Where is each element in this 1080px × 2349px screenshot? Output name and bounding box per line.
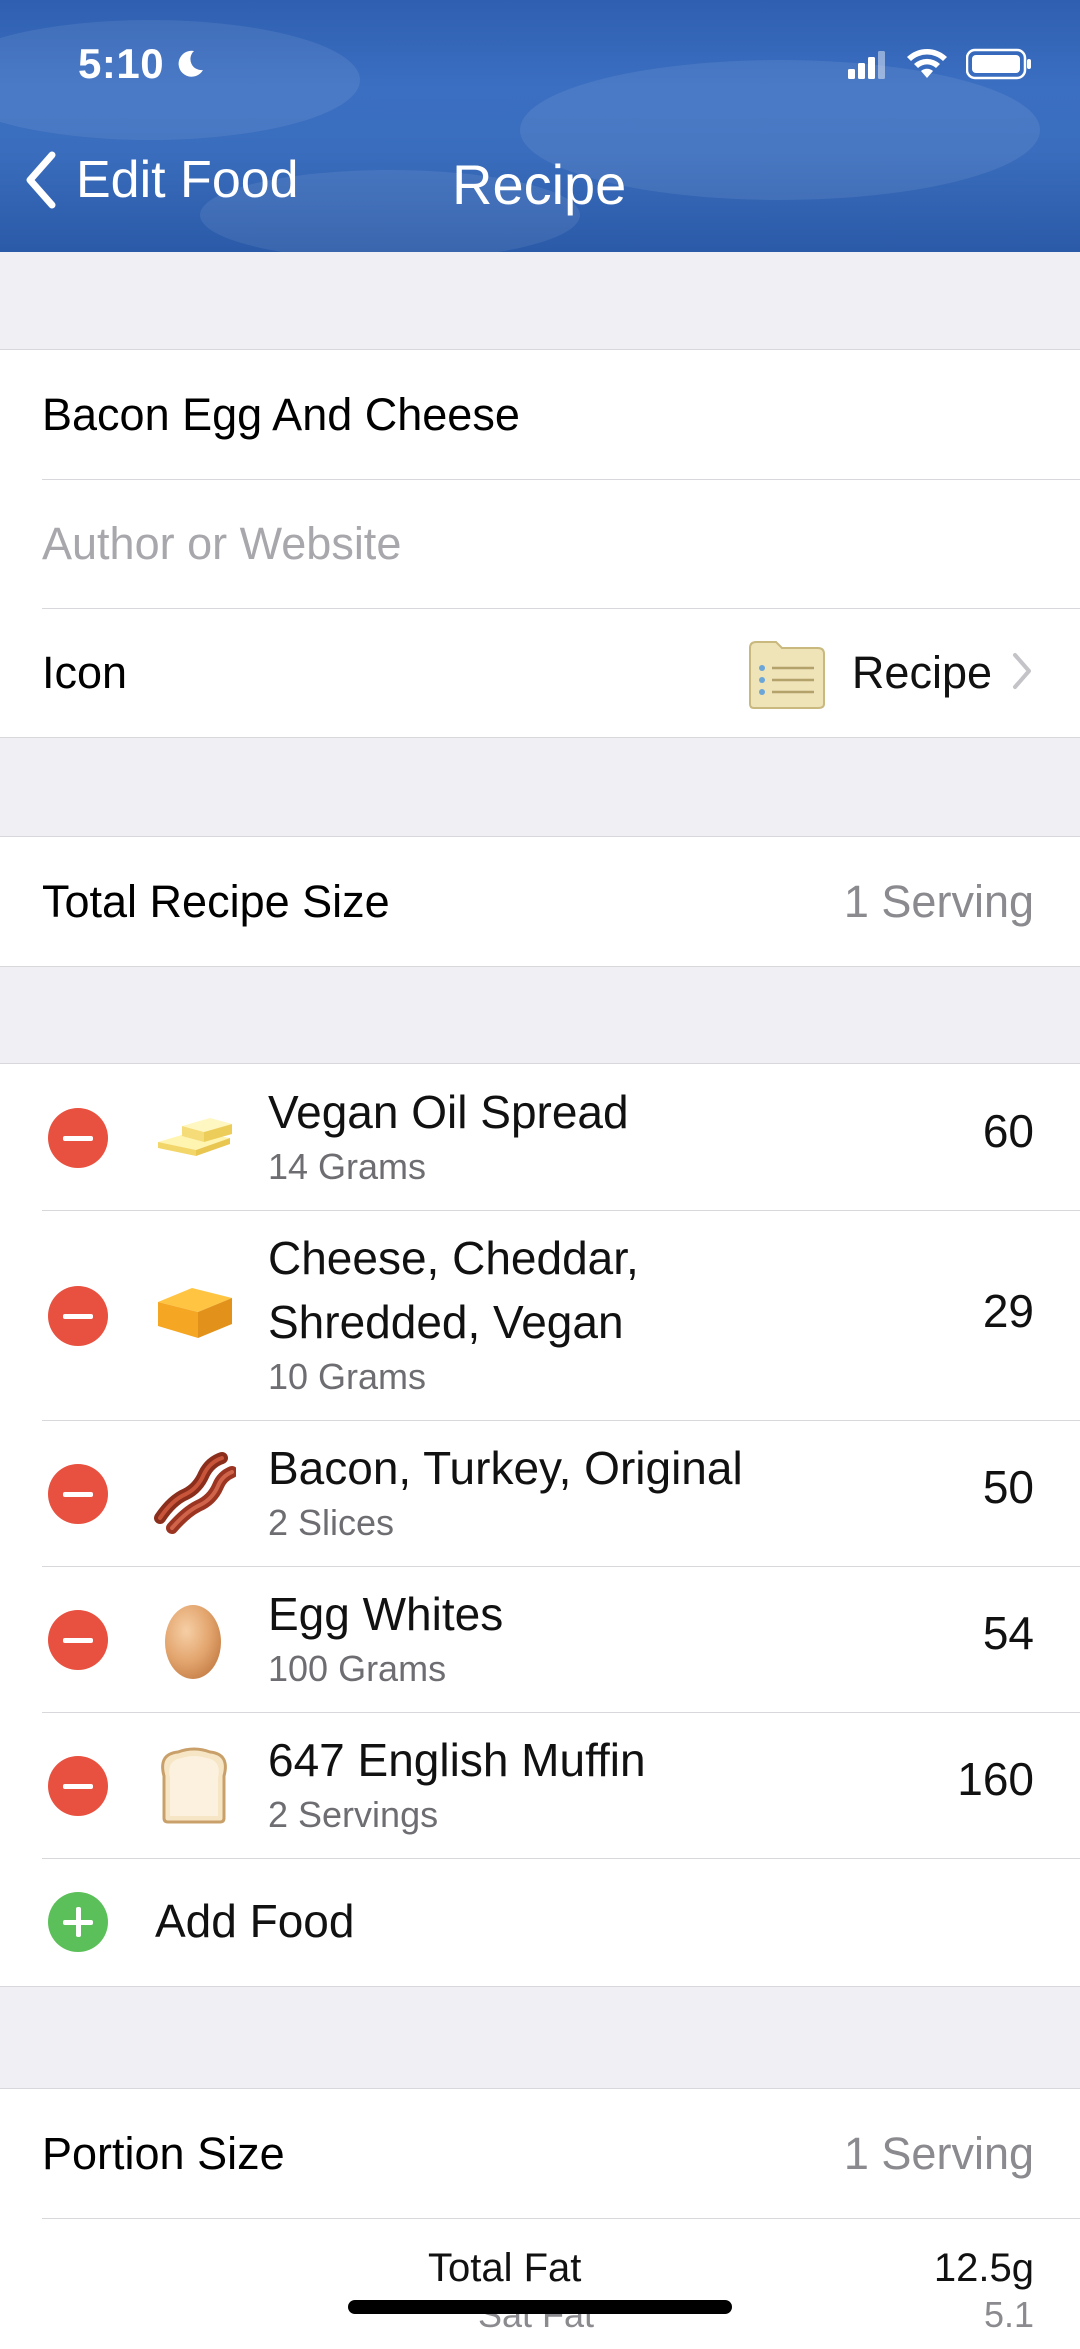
ingredient-quantity: 10 Grams bbox=[268, 1356, 427, 1397]
ingredient-calories: 50 bbox=[982, 1461, 1034, 1513]
portion-size-row[interactable]: Portion Size 1 Serving bbox=[0, 2089, 1080, 2218]
author-field[interactable]: Author or Website bbox=[0, 479, 1080, 608]
icon-value: Recipe bbox=[851, 646, 992, 698]
ingredient-text: Bacon, Turkey, Original 2 Slices bbox=[268, 1436, 743, 1546]
details-section: Bacon Egg And Cheese Author or Website I… bbox=[0, 349, 1080, 738]
ingredient-calories: 160 bbox=[957, 1753, 1034, 1805]
recipe-name-value: Bacon Egg And Cheese bbox=[42, 388, 520, 440]
ingredient-calories: 60 bbox=[982, 1105, 1034, 1157]
back-button[interactable]: Edit Food bbox=[24, 150, 299, 210]
ingredient-quantity: 2 Slices bbox=[268, 1502, 395, 1543]
ingredient-name: Cheese, Cheddar, Shredded, Vegan bbox=[268, 1232, 639, 1348]
recipe-folder-icon bbox=[749, 641, 825, 709]
delete-ingredient-button[interactable] bbox=[48, 1464, 108, 1524]
egg-icon bbox=[165, 1605, 221, 1679]
ingredient-text: 647 English Muffin 2 Servings bbox=[268, 1728, 646, 1838]
battery-icon bbox=[966, 48, 1031, 80]
ingredient-quantity: 2 Servings bbox=[268, 1794, 439, 1835]
add-food-row[interactable]: Add Food bbox=[0, 1858, 1080, 1986]
nutrition-row: Total Fat 12.5g Sat Fat 5.1 bbox=[0, 2218, 1080, 2338]
ingredient-quantity: 100 Grams bbox=[268, 1648, 447, 1689]
list-item[interactable]: Bacon, Turkey, Original 2 Slices 50 bbox=[0, 1420, 1080, 1566]
ingredient-name: Egg Whites bbox=[268, 1588, 504, 1640]
cheese-icon bbox=[158, 1288, 232, 1338]
page-title: Recipe bbox=[452, 153, 627, 216]
back-button-label: Edit Food bbox=[76, 151, 299, 209]
delete-ingredient-button[interactable] bbox=[48, 1286, 108, 1346]
delete-ingredient-button[interactable] bbox=[48, 1108, 108, 1168]
list-item[interactable]: Vegan Oil Spread 14 Grams 60 bbox=[0, 1064, 1080, 1210]
delete-ingredient-button[interactable] bbox=[48, 1756, 108, 1816]
list-item[interactable]: 647 English Muffin 2 Servings 160 bbox=[0, 1712, 1080, 1858]
ingredient-calories: 54 bbox=[982, 1607, 1034, 1659]
delete-ingredient-button[interactable] bbox=[48, 1610, 108, 1670]
ingredient-name: Bacon, Turkey, Original bbox=[268, 1442, 743, 1494]
icon-picker-row[interactable]: Icon Recipe bbox=[0, 608, 1080, 737]
total-recipe-size-row[interactable]: Total Recipe Size 1 Serving bbox=[0, 837, 1080, 966]
add-food-button[interactable] bbox=[48, 1892, 108, 1952]
status-time: 5:10 bbox=[78, 40, 206, 88]
moon-icon bbox=[178, 50, 204, 77]
portion-size-label: Portion Size bbox=[42, 2127, 285, 2179]
icon-label: Icon bbox=[42, 646, 128, 698]
butter-icon bbox=[158, 1118, 232, 1156]
total-recipe-size-label: Total Recipe Size bbox=[42, 875, 390, 927]
total-recipe-size-value: 1 Serving bbox=[843, 875, 1034, 927]
ingredient-name: Vegan Oil Spread bbox=[268, 1086, 629, 1138]
chevron-left-icon bbox=[26, 151, 56, 209]
bread-icon bbox=[161, 1747, 227, 1824]
sat-fat-value: 5.1 bbox=[983, 2294, 1034, 2335]
total-fat-value: 12.5g bbox=[933, 2246, 1034, 2290]
status-icons bbox=[848, 48, 1032, 80]
ingredient-name: 647 English Muffin bbox=[268, 1734, 646, 1786]
author-placeholder: Author or Website bbox=[42, 517, 402, 569]
recipe-size-section: Total Recipe Size 1 Serving bbox=[0, 836, 1080, 967]
recipe-name-field[interactable]: Bacon Egg And Cheese bbox=[0, 350, 1080, 479]
wifi-icon bbox=[907, 49, 947, 78]
navigation-header: 5:10 Edit Food Recipe bbox=[0, 0, 1080, 252]
ingredients-section: Vegan Oil Spread 14 Grams 60 Cheese, Che… bbox=[0, 1063, 1080, 1987]
time-text: 5:10 bbox=[78, 40, 165, 87]
ingredient-text: Cheese, Cheddar, Shredded, Vegan 10 Gram… bbox=[268, 1226, 688, 1400]
ingredient-text: Egg Whites 100 Grams bbox=[268, 1582, 503, 1692]
ingredient-calories: 29 bbox=[982, 1285, 1034, 1337]
home-indicator[interactable] bbox=[348, 2300, 732, 2314]
list-item[interactable]: Egg Whites 100 Grams 54 bbox=[0, 1566, 1080, 1712]
ingredient-quantity: 14 Grams bbox=[268, 1146, 427, 1187]
list-item[interactable]: Cheese, Cheddar, Shredded, Vegan 10 Gram… bbox=[0, 1210, 1080, 1420]
bacon-icon bbox=[154, 1452, 236, 1534]
portion-size-value: 1 Serving bbox=[843, 2127, 1034, 2179]
ingredient-text: Vegan Oil Spread 14 Grams bbox=[268, 1080, 629, 1190]
add-food-label: Add Food bbox=[155, 1895, 355, 1947]
chevron-right-icon bbox=[1013, 653, 1031, 689]
signal-icon bbox=[848, 51, 885, 79]
total-fat-label: Total Fat bbox=[428, 2246, 582, 2290]
